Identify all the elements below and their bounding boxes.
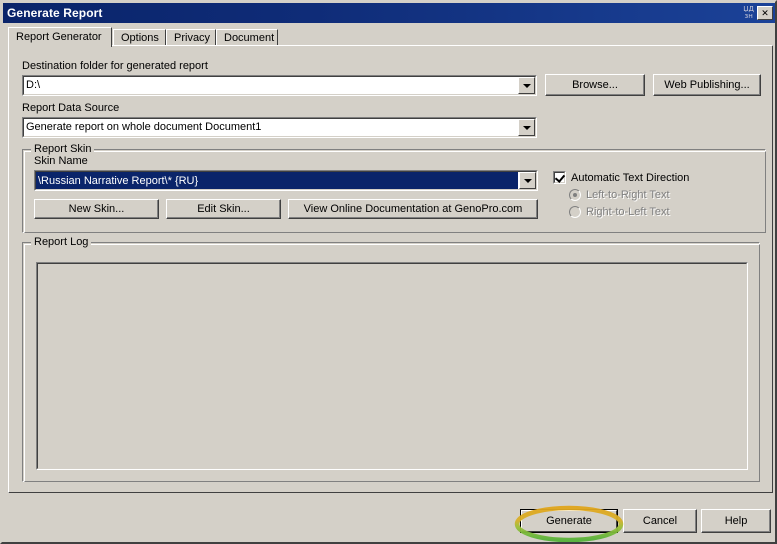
chevron-down-icon bbox=[523, 178, 532, 183]
help-button[interactable]: Help bbox=[701, 509, 771, 533]
skin-name-dropdown-button[interactable] bbox=[519, 172, 536, 189]
web-publishing-button[interactable]: Web Publishing... bbox=[653, 74, 761, 96]
tab-options[interactable]: Options bbox=[113, 29, 166, 46]
chevron-down-icon bbox=[522, 125, 531, 130]
skin-name-combo[interactable]: \Russian Narrative Report\* {RU} bbox=[34, 170, 538, 191]
view-online-documentation-button[interactable]: View Online Documentation at GenoPro.com bbox=[288, 199, 538, 219]
report-skin-group-title: Report Skin bbox=[31, 143, 95, 156]
automatic-text-direction-label: Automatic Text Direction bbox=[571, 171, 690, 184]
browse-button[interactable]: Browse... bbox=[545, 74, 645, 96]
browse-button-label: Browse... bbox=[572, 79, 618, 91]
report-data-source-value: Generate report on whole document Docume… bbox=[26, 121, 262, 133]
close-icon[interactable]: ✕ bbox=[757, 6, 773, 20]
report-log-textarea[interactable] bbox=[36, 262, 748, 470]
destination-folder-field-inner bbox=[23, 76, 536, 95]
title-bar-glyph-artifact: ЏД зн bbox=[743, 6, 754, 20]
report-log-textarea-inner bbox=[37, 263, 747, 469]
left-to-right-label: Left-to-Right Text bbox=[586, 189, 670, 201]
new-skin-button-label: New Skin... bbox=[68, 203, 125, 215]
generate-button[interactable]: Generate bbox=[520, 509, 618, 533]
left-to-right-radio-row: Left-to-Right Text bbox=[569, 189, 670, 201]
dialog-button-bar: Generate Cancel Help bbox=[2, 497, 775, 542]
generate-report-dialog: Generate Report ЏД зн ✕ Report Generator … bbox=[0, 0, 777, 544]
tab-label: Report Generator bbox=[16, 31, 102, 43]
right-to-left-radio bbox=[569, 206, 581, 218]
destination-folder-combo[interactable]: D:\ bbox=[22, 75, 537, 96]
report-log-group-title: Report Log bbox=[31, 236, 92, 249]
report-data-source-combo[interactable]: Generate report on whole document Docume… bbox=[22, 117, 537, 138]
destination-folder-label: Destination folder for generated report bbox=[22, 60, 208, 72]
generate-button-label: Generate bbox=[546, 515, 592, 527]
window-title: Generate Report bbox=[7, 6, 103, 20]
report-generator-tab-page: Destination folder for generated report … bbox=[8, 45, 773, 493]
edit-skin-button-label: Edit Skin... bbox=[197, 203, 250, 215]
new-skin-button[interactable]: New Skin... bbox=[34, 199, 159, 219]
tab-report-generator[interactable]: Report Generator bbox=[8, 27, 112, 47]
destination-folder-dropdown-button[interactable] bbox=[518, 77, 535, 94]
cancel-button-label: Cancel bbox=[642, 515, 678, 527]
skin-name-label: Skin Name bbox=[34, 155, 88, 167]
title-artifact-bottom-line: зн bbox=[744, 12, 753, 20]
tab-label: Options bbox=[121, 32, 159, 44]
skin-name-value: \Russian Narrative Report\* {RU} bbox=[38, 175, 199, 187]
web-publishing-button-label: Web Publishing... bbox=[664, 79, 750, 91]
automatic-text-direction-checkbox[interactable] bbox=[553, 171, 566, 184]
tab-label: Document bbox=[224, 32, 275, 44]
report-log-group: Report Log bbox=[22, 236, 760, 482]
destination-folder-value: D:\ bbox=[26, 79, 41, 91]
automatic-text-direction-checkbox-row[interactable]: Automatic Text Direction bbox=[553, 171, 689, 184]
title-bar: Generate Report ЏД зн ✕ bbox=[3, 3, 775, 23]
right-to-left-radio-row: Right-to-Left Text bbox=[569, 206, 670, 218]
report-skin-group: Report Skin Skin Name \Russian Narrative… bbox=[22, 143, 766, 233]
cancel-button[interactable]: Cancel bbox=[623, 509, 697, 533]
left-to-right-radio bbox=[569, 189, 581, 201]
report-data-source-label: Report Data Source bbox=[22, 102, 120, 114]
chevron-down-icon bbox=[522, 83, 531, 88]
report-data-source-dropdown-button[interactable] bbox=[518, 119, 535, 136]
edit-skin-button[interactable]: Edit Skin... bbox=[166, 199, 281, 219]
tab-strip: Report Generator Options Privacy Documen… bbox=[8, 27, 773, 47]
view-online-documentation-button-label: View Online Documentation at GenoPro.com bbox=[303, 203, 523, 215]
tab-privacy[interactable]: Privacy bbox=[166, 29, 216, 46]
help-button-label: Help bbox=[724, 515, 748, 527]
tab-label: Privacy bbox=[174, 32, 211, 44]
tab-document[interactable]: Document bbox=[216, 29, 278, 46]
right-to-left-label: Right-to-Left Text bbox=[586, 206, 670, 218]
